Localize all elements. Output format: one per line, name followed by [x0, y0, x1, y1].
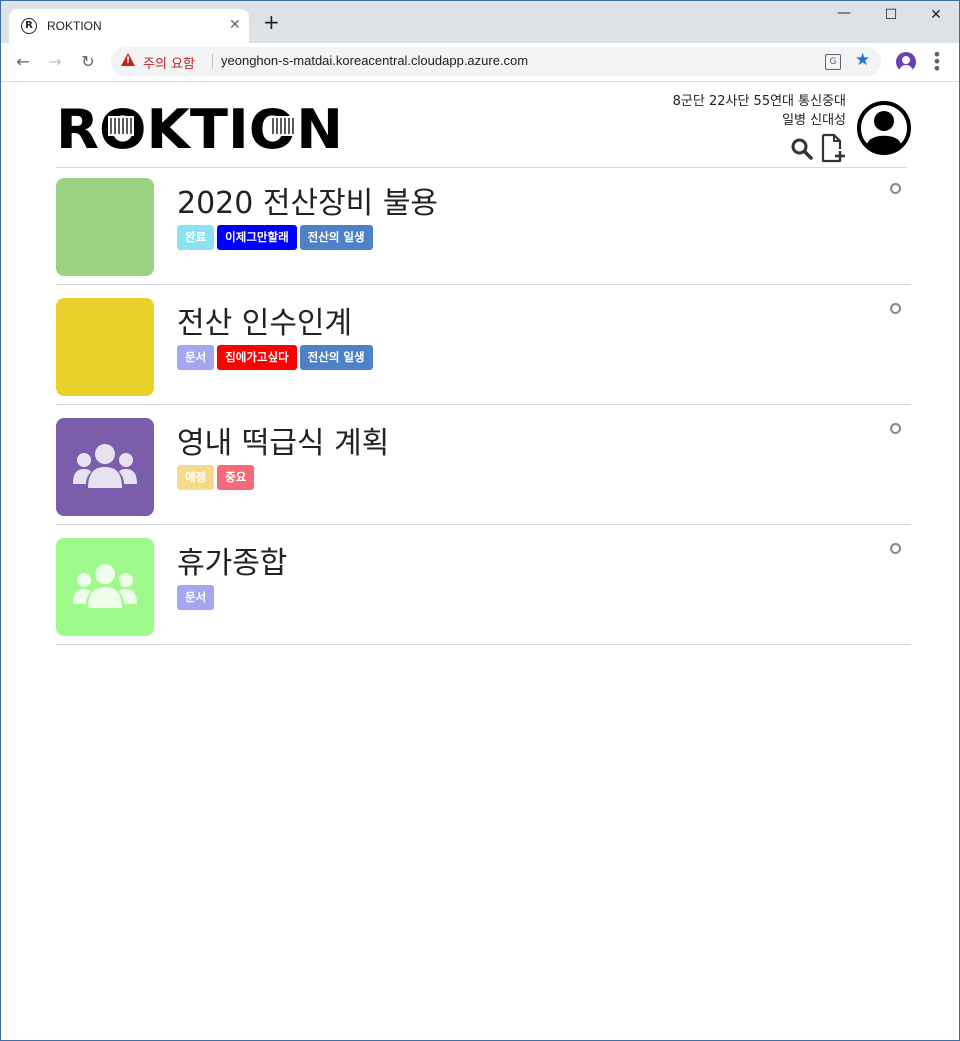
tag-badge[interactable]: 예정 — [177, 465, 215, 490]
tab-title: ROKTION — [47, 19, 102, 33]
browser-window: R ROKTION ✕ + — ☐ ✕ ← → ↻ ! 주의 요함 yeongh… — [0, 0, 960, 1041]
menu-icon[interactable]: • • • — [931, 47, 943, 77]
roktion-logo[interactable]: ROKTION — [56, 101, 346, 153]
item-divider — [56, 644, 911, 645]
back-icon[interactable]: ← — [13, 52, 33, 71]
tag-list: 문서 — [177, 585, 215, 610]
tag-list: 문서 집에가고싶다 전산의 일생 — [177, 345, 373, 370]
favicon-icon: R — [21, 18, 37, 34]
item-divider — [56, 404, 911, 405]
unit-text: 8군단 22사단 55연대 통신중대 — [672, 94, 846, 109]
tag-badge[interactable]: 이제그만할래 — [217, 225, 297, 250]
item-divider — [56, 524, 911, 525]
search-icon[interactable] — [790, 137, 814, 161]
list-item[interactable]: 2020 전산장비 불용완료 이제그만할래 전산의 일생 — [56, 167, 911, 285]
tag-badge[interactable]: 중요 — [217, 465, 255, 490]
rank-name-text: 일병 신대성 — [782, 113, 846, 128]
browser-toolbar: ← → ↻ ! 주의 요함 yeonghon-s-matdai.koreacen… — [1, 43, 959, 82]
tab-strip: R ROKTION ✕ + — ☐ ✕ — [1, 1, 959, 43]
address-bar[interactable]: ! 주의 요함 yeonghon-s-matdai.koreacentral.c… — [111, 47, 881, 76]
url-text[interactable]: yeonghon-s-matdai.koreacentral.cloudapp.… — [221, 53, 528, 68]
user-info: 8군단 22사단 55연대 통신중대 일병 신대성 — [673, 92, 846, 130]
reload-icon[interactable]: ↻ — [78, 52, 98, 71]
forward-icon[interactable]: → — [45, 52, 65, 71]
tag-badge[interactable]: 전산의 일생 — [299, 225, 373, 250]
item-thumbnail[interactable] — [56, 418, 154, 516]
tag-badge[interactable]: 문서 — [177, 585, 215, 610]
omnibox-separator — [212, 54, 213, 69]
security-warning[interactable]: 주의 요함 — [143, 53, 195, 72]
list-item[interactable]: 휴가종합문서 — [56, 527, 911, 645]
new-document-icon[interactable] — [819, 133, 847, 163]
group-icon — [73, 444, 137, 488]
item-status-radio[interactable] — [890, 303, 901, 314]
tag-badge[interactable]: 전산의 일생 — [299, 345, 373, 370]
item-thumbnail[interactable] — [56, 178, 154, 276]
item-status-radio[interactable] — [890, 423, 901, 434]
group-icon — [73, 564, 137, 608]
item-thumbnail[interactable] — [56, 538, 154, 636]
tag-list: 완료 이제그만할래 전산의 일생 — [177, 225, 373, 250]
maximize-icon[interactable]: ☐ — [876, 7, 906, 23]
tag-badge[interactable]: 집에가고싶다 — [217, 345, 297, 370]
minimize-icon[interactable]: — — [829, 5, 859, 21]
tag-list: 예정 중요 — [177, 465, 255, 490]
tab-roktion[interactable]: R ROKTION ✕ — [9, 9, 249, 43]
list-item[interactable]: 전산 인수인계문서 집에가고싶다 전산의 일생 — [56, 287, 911, 405]
item-status-radio[interactable] — [890, 183, 901, 194]
item-title[interactable]: 2020 전산장비 불용 — [177, 178, 438, 222]
avatar-icon[interactable] — [856, 100, 912, 156]
profile-icon[interactable] — [896, 52, 916, 72]
item-divider — [56, 284, 911, 285]
item-title[interactable]: 휴가종합 — [177, 538, 287, 582]
item-title[interactable]: 전산 인수인계 — [177, 298, 352, 342]
tag-badge[interactable]: 완료 — [177, 225, 215, 250]
new-tab-button[interactable]: + — [263, 12, 280, 32]
item-status-radio[interactable] — [890, 543, 901, 554]
svg-text:ROKTION: ROKTION — [56, 101, 343, 153]
item-title[interactable]: 영내 떡급식 계획 — [177, 418, 389, 462]
window-close-icon[interactable]: ✕ — [921, 7, 951, 23]
bookmark-star-icon[interactable]: ★ — [855, 50, 870, 70]
list-item[interactable]: 영내 떡급식 계획예정 중요 — [56, 407, 911, 525]
tab-close-icon[interactable]: ✕ — [229, 17, 241, 33]
translate-icon[interactable]: G — [825, 54, 841, 70]
item-thumbnail[interactable] — [56, 298, 154, 396]
tag-badge[interactable]: 문서 — [177, 345, 215, 370]
